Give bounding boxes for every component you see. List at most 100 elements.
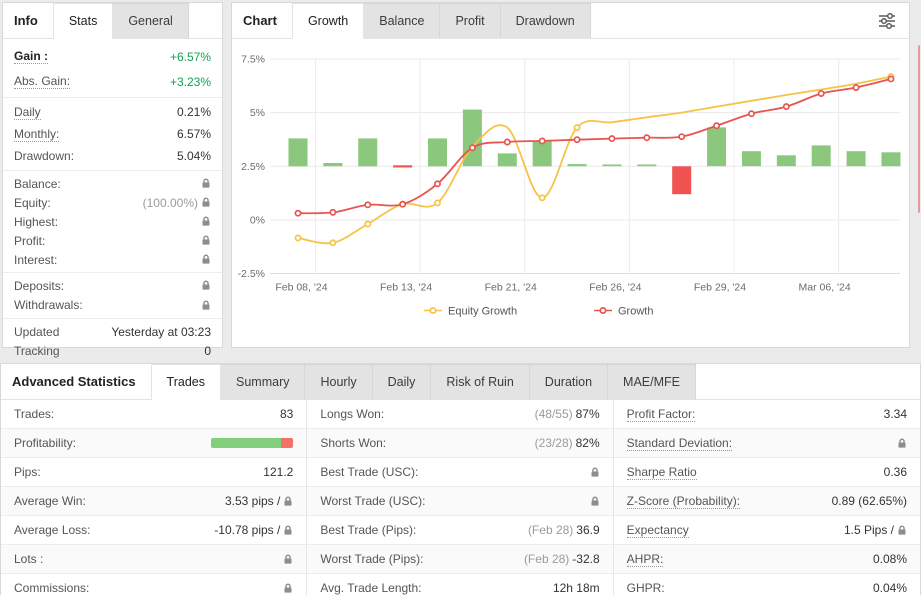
stat-value: 121.2 xyxy=(263,465,293,479)
stat-row: Withdrawals: xyxy=(3,296,222,316)
stats-column: Profit Factor: 3.34 Standard Deviation: Sha… xyxy=(614,400,920,595)
stat-row: Drawdown:5.04% xyxy=(3,145,222,167)
svg-text:Feb 29, '24: Feb 29, '24 xyxy=(694,282,746,294)
lock-icon xyxy=(201,300,211,311)
stat-label[interactable]: Expectancy xyxy=(627,523,689,538)
stat-value xyxy=(201,254,211,265)
stat-label[interactable]: Abs. Gain: xyxy=(14,74,70,89)
stat-label[interactable]: Daily xyxy=(14,105,41,120)
stat-label: Worst Trade (Pips): xyxy=(320,552,423,566)
daily-bar xyxy=(672,166,691,194)
legend-equity-growth: Equity Growth xyxy=(448,306,517,318)
stats-panel-title: Advanced Statistics xyxy=(1,374,152,389)
tab-hourly[interactable]: Hourly xyxy=(304,364,372,399)
stat-value xyxy=(897,438,907,449)
stat-row: Equity:(100.00%) xyxy=(3,193,222,212)
stat-value: (23/28) 82% xyxy=(535,436,600,450)
stats-table: Trades:83Profitability:Pips:121.2Average… xyxy=(1,400,920,595)
tab-stats[interactable]: Stats xyxy=(53,3,114,39)
info-panel-title: Info xyxy=(3,13,54,28)
tab-trades[interactable]: Trades xyxy=(151,364,221,400)
tab-summary[interactable]: Summary xyxy=(220,364,305,399)
stat-label[interactable]: AHPR: xyxy=(627,552,664,567)
stat-label[interactable]: GHPR: xyxy=(627,581,665,595)
svg-text:Feb 26, '24: Feb 26, '24 xyxy=(589,282,641,294)
svg-text:5%: 5% xyxy=(250,107,265,119)
svg-text:7.5%: 7.5% xyxy=(241,54,265,66)
stat-value xyxy=(201,235,211,246)
stats-tabstrip: Advanced Statistics TradesSummaryHourlyD… xyxy=(1,364,920,400)
stat-value: +6.57% xyxy=(170,50,211,64)
chart-panel-title: Chart xyxy=(232,13,293,28)
profitability-win-segment xyxy=(211,438,281,448)
stat-label[interactable]: Z-Score (Probability): xyxy=(627,494,740,509)
stat-value: Yesterday at 03:23 xyxy=(111,325,211,339)
lock-icon xyxy=(201,280,211,291)
stat-row: Worst Trade (Pips):(Feb 28) -32.8 xyxy=(307,545,612,574)
chart-tabstrip: Chart GrowthBalanceProfitDrawdown xyxy=(232,3,909,39)
daily-bar xyxy=(881,152,900,166)
info-group: UpdatedYesterday at 03:23Tracking0 xyxy=(3,318,222,364)
daily-bar xyxy=(498,153,517,166)
stat-row: Monthly:6.57% xyxy=(3,123,222,145)
tab-balance[interactable]: Balance xyxy=(363,3,440,38)
tab-profit[interactable]: Profit xyxy=(439,3,500,38)
stat-value: 0.08% xyxy=(873,552,907,566)
stat-row: Abs. Gain:+3.23% xyxy=(3,69,222,94)
stat-label[interactable]: Standard Deviation: xyxy=(627,436,732,451)
stat-label: Trades: xyxy=(14,407,54,421)
tab-daily[interactable]: Daily xyxy=(372,364,432,399)
stat-label: Avg. Trade Length: xyxy=(320,581,421,595)
tab-risk-of-ruin[interactable]: Risk of Ruin xyxy=(430,364,529,399)
daily-bar xyxy=(428,138,447,166)
lock-icon xyxy=(897,438,907,449)
lock-icon xyxy=(897,525,907,536)
info-stats-list: Gain :+6.57%Abs. Gain:+3.23%Daily0.21%Mo… xyxy=(3,39,222,364)
growth-chart-svg: 7.5%5%2.5%0%-2.5%Feb 08, '24Feb 13, '24F… xyxy=(232,39,909,347)
lock-icon xyxy=(283,525,293,536)
info-tabstrip: Info StatsGeneral xyxy=(3,3,222,39)
stat-row: Best Trade (USC): xyxy=(307,458,612,487)
svg-text:Feb 21, '24: Feb 21, '24 xyxy=(485,282,537,294)
tab-growth[interactable]: Growth xyxy=(292,3,364,39)
stat-label[interactable]: Monthly: xyxy=(14,127,59,142)
stat-label[interactable]: Profit Factor: xyxy=(627,407,696,422)
tab-general[interactable]: General xyxy=(112,3,188,38)
stat-row: Highest: xyxy=(3,212,222,231)
stat-label: Pips: xyxy=(14,465,41,479)
page: Info StatsGeneral Gain : +6.57% Abs. Gain:… xyxy=(0,0,921,595)
stat-row: Gain : +6.57% xyxy=(3,44,222,69)
lock-icon xyxy=(283,554,293,565)
svg-text:-2.5%: -2.5% xyxy=(238,268,265,280)
stat-value: 3.34 xyxy=(884,407,907,421)
daily-bar xyxy=(847,151,866,166)
daily-bar xyxy=(289,138,308,166)
stat-label[interactable]: Sharpe Ratio xyxy=(627,465,697,480)
daily-bar xyxy=(533,141,552,166)
lock-icon xyxy=(201,178,211,189)
stat-row: Sharpe Ratio 0.36 xyxy=(614,458,920,487)
chart-settings-icon[interactable] xyxy=(877,12,909,30)
tab-duration[interactable]: Duration xyxy=(529,364,608,399)
info-group: Deposits:Withdrawals: xyxy=(3,272,222,318)
stat-value xyxy=(283,583,293,594)
stat-value: (Feb 28) 36.9 xyxy=(528,523,600,537)
stat-row: Expectancy1.5 Pips / xyxy=(614,516,920,545)
stat-row: Profit: xyxy=(3,231,222,250)
stat-row: Interest: xyxy=(3,250,222,269)
stat-value: 0.36 xyxy=(884,465,907,479)
stat-label[interactable]: Gain : xyxy=(14,49,48,64)
stat-value xyxy=(590,467,600,478)
tab-drawdown[interactable]: Drawdown xyxy=(500,3,591,38)
legend-growth: Growth xyxy=(618,306,653,318)
lock-icon xyxy=(201,235,211,246)
tab-mae-mfe[interactable]: MAE/MFE xyxy=(607,364,696,399)
stat-value: (100.00%) xyxy=(143,196,211,210)
lock-icon xyxy=(590,496,600,507)
stats-column: Trades:83Profitability:Pips:121.2Average… xyxy=(1,400,307,595)
svg-text:Feb 08, '24: Feb 08, '24 xyxy=(275,282,327,294)
stats-column: Longs Won:(48/55) 87%Shorts Won:(23/28) … xyxy=(307,400,613,595)
daily-bar xyxy=(637,165,656,167)
daily-bar xyxy=(812,145,831,166)
stat-row: Deposits: xyxy=(3,276,222,296)
